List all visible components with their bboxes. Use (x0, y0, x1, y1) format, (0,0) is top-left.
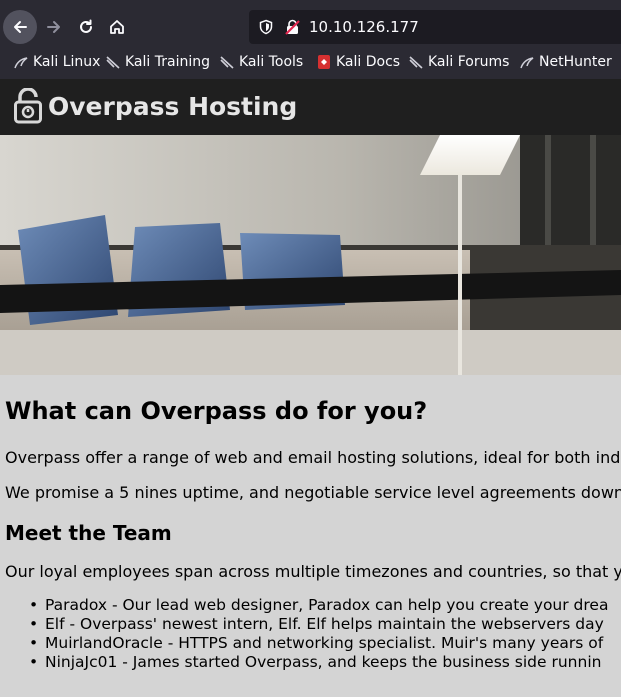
bookmark-kali-forums[interactable]: Kali Forums (409, 54, 509, 70)
team-intro-paragraph: Our loyal employees span across multiple… (5, 562, 621, 581)
team-member-ninjajc01: NinjaJc01 - James started Overpass, and … (29, 653, 608, 672)
arrow-left-icon (14, 21, 27, 33)
home-button[interactable] (100, 10, 134, 44)
section-heading: What can Overpass do for you? (5, 397, 428, 425)
kali-dragon-icon (409, 56, 423, 69)
url-text: 10.10.126.177 (309, 18, 419, 36)
bookmarks-toolbar: Kali Linux Kali Training Kali Tools Kali… (0, 50, 621, 76)
reload-button[interactable] (69, 10, 103, 44)
kali-dragon-icon (106, 56, 120, 69)
kali-dragon-icon (520, 57, 534, 69)
team-member-elf: Elf - Overpass' newest intern, Elf. Elf … (29, 615, 608, 634)
kali-docs-icon (318, 55, 330, 69)
kali-dragon-icon (220, 56, 234, 69)
intro-paragraph: Overpass offer a range of web and email … (5, 448, 621, 467)
bookmark-kali-docs[interactable]: Kali Docs (317, 54, 400, 70)
bookmark-nethunter[interactable]: NetHunter (520, 54, 612, 70)
browser-chrome: 10.10.126.177 Kali Linux Kali Training K… (0, 0, 621, 79)
team-heading: Meet the Team (5, 521, 172, 545)
arrow-right-icon (47, 21, 60, 33)
site-brand[interactable]: Overpass Hosting (48, 92, 297, 121)
address-bar[interactable]: 10.10.126.177 (249, 10, 621, 44)
site-header: Overpass Hosting (0, 79, 621, 135)
hero-photo (0, 135, 621, 375)
uptime-paragraph: We promise a 5 nines uptime, and negotia… (5, 483, 621, 502)
team-member-paradox: Paradox - Our lead web designer, Paradox… (29, 596, 608, 615)
bookmark-kali-tools[interactable]: Kali Tools (220, 54, 303, 70)
shield-icon (259, 19, 273, 35)
padlock-logo-icon (14, 88, 42, 124)
team-member-muirlandoracle: MuirlandOracle - HTTPS and networking sp… (29, 634, 608, 653)
team-list: Paradox - Our lead web designer, Paradox… (29, 596, 608, 672)
reload-icon (80, 19, 92, 33)
bookmark-kali-training[interactable]: Kali Training (106, 54, 210, 70)
hero-image (0, 135, 621, 375)
back-button[interactable] (3, 10, 37, 44)
insecure-lock-icon (285, 19, 300, 35)
forward-button[interactable] (37, 10, 71, 44)
kali-dragon-icon (14, 57, 28, 69)
home-icon (110, 20, 124, 34)
bookmark-kali-linux[interactable]: Kali Linux (14, 54, 100, 70)
